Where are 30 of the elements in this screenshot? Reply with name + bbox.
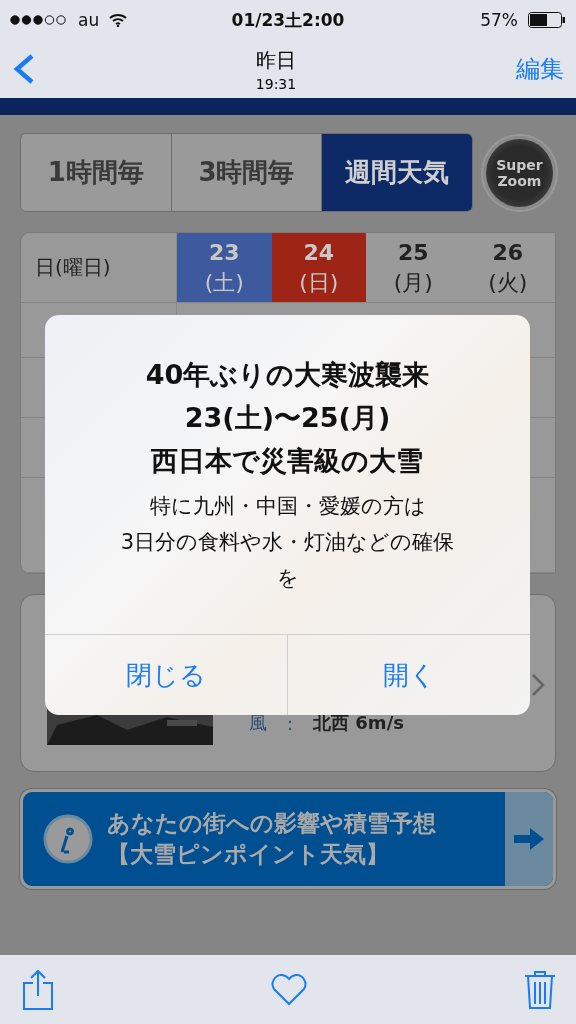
chevron-icon[interactable] (531, 673, 545, 697)
tab[interactable]: 1時間毎 (21, 134, 171, 211)
carrier-name: au (78, 10, 100, 30)
share-icon[interactable] (22, 968, 54, 1011)
date-cell: 24 (日) (271, 233, 366, 303)
row-label: 日(曜日) (35, 254, 111, 281)
edit-button[interactable]: 編集 (516, 53, 564, 85)
nav-title: 昨日 (256, 46, 296, 74)
back-icon[interactable] (12, 53, 36, 85)
arrow-icon (514, 828, 544, 850)
trash-icon[interactable] (524, 969, 556, 1010)
alert-title: 40年ぶりの大寒波襲来 23(土)〜25(月) 西日本で災害級の大雪 (145, 358, 430, 478)
separator-text: : (287, 712, 294, 734)
info-icon (43, 814, 93, 864)
banner-text: あなたの街への影響や積雪予想 (107, 809, 436, 838)
battery-icon (528, 12, 566, 28)
super-zoom-button[interactable]: Super Zoom (482, 135, 556, 210)
tab[interactable]: 週間天気 (321, 134, 472, 211)
snow-forecast-banner[interactable]: あなたの街への影響や積雪予想 【大雪ピンポイント天気】 (20, 789, 556, 889)
date-cell: 23 (土) (177, 233, 272, 303)
signal-icon (10, 15, 68, 25)
status-time: 01/23土2:00 (231, 8, 345, 32)
alert-button[interactable]: 開く (287, 635, 530, 715)
battery-percent: 57% (480, 10, 518, 30)
nav-subtitle: 19:31 (255, 75, 297, 92)
alert-message: 特に九州・中国・愛媛の方は 3日分の食料や水・灯油などの確保 を (120, 493, 455, 592)
banner-text: 【大雪ピンポイント天気】 (107, 840, 390, 869)
tab[interactable]: 3時間毎 (170, 134, 322, 211)
wifi-icon (109, 13, 128, 27)
heart-icon[interactable] (271, 973, 307, 1006)
